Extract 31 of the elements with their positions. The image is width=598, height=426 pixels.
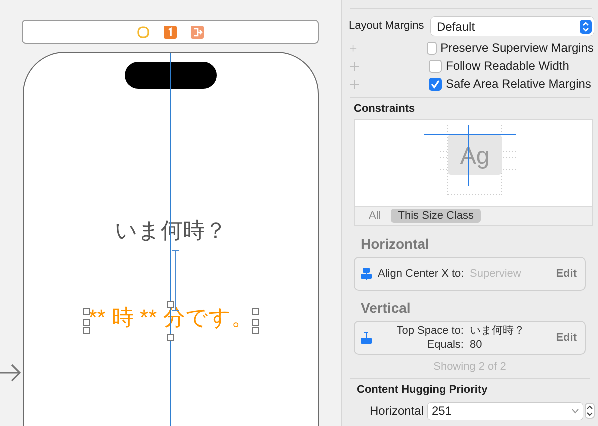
constraint-card[interactable]: Top Space to: いま何時？ Equals: 80 Edit	[354, 321, 586, 355]
constraint-value: 80	[470, 338, 482, 352]
section-title: Content Hugging Priority	[357, 383, 489, 397]
resize-handle[interactable]	[167, 334, 174, 341]
constraint-key: Align Center X to:	[378, 267, 464, 281]
layout-margins-label: Layout Margins	[349, 19, 426, 34]
checkbox-label: Follow Readable Width	[446, 58, 570, 75]
checkbox-label: Preserve Superview Margins	[440, 40, 594, 57]
layout-margins-select[interactable]: Default	[431, 17, 594, 36]
constraint-value: いま何時？	[470, 324, 525, 338]
entry-arrow-icon	[0, 362, 22, 384]
stepper-icon	[580, 20, 592, 34]
checkbox-label: Safe Area Relative Margins	[446, 76, 592, 93]
priority-label: Horizontal	[368, 403, 425, 420]
section-heading: Horizontal	[361, 235, 430, 253]
top-constraint-icon	[361, 332, 372, 344]
priority-field[interactable]: 251	[428, 402, 583, 420]
chevron-down-icon	[572, 408, 579, 414]
section-heading: Vertical	[361, 299, 412, 317]
stepper-icon[interactable]	[585, 403, 595, 419]
constraint-key: Equals:	[378, 338, 464, 352]
constraint-key: Top Space to:	[378, 324, 464, 338]
section-title: Constraints	[354, 102, 416, 116]
number-box-icon[interactable]	[164, 26, 177, 38]
edit-button[interactable]: Edit	[556, 330, 577, 346]
checkbox[interactable]	[429, 78, 442, 90]
edit-button[interactable]: Edit	[556, 266, 577, 282]
filter-tab[interactable]: This Size Class	[391, 209, 482, 223]
checkbox[interactable]	[426, 42, 437, 54]
center-constraint-icon	[361, 268, 372, 280]
checkbox[interactable]	[429, 60, 442, 72]
